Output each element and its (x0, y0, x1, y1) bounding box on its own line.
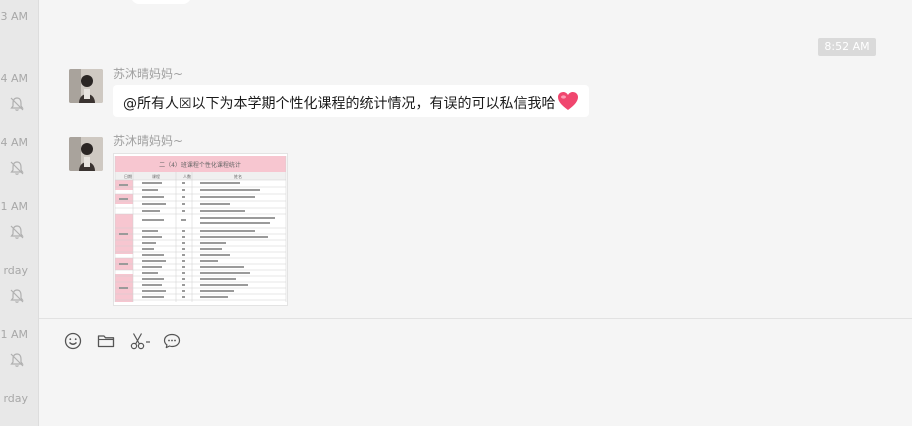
sender-name[interactable]: 苏沐晴妈妈~ (113, 65, 183, 82)
message-timestamp: 8:52 AM (818, 38, 876, 56)
chat-list-time: 4 AM (0, 136, 28, 149)
chat-list-time: rday (3, 392, 28, 405)
message-list[interactable]: 8:52 AM 苏沐晴妈妈~ @所有人☒以下为本学期个性化课程的统计情况，有误的… (39, 0, 912, 318)
mute-bell-icon (10, 353, 24, 367)
previous-message-bubble (131, 0, 191, 4)
course-statistics-table-image: 二（4）班课程个性化课程统计 日期 课程 人数 姓名 (114, 154, 287, 305)
emoji-icon[interactable] (63, 331, 83, 351)
avatar-photo-icon (69, 69, 103, 103)
message-input-area[interactable] (39, 319, 912, 426)
chat-list-time: 3 AM (0, 10, 28, 23)
heart-emoji-icon (557, 92, 578, 110)
folder-icon[interactable] (96, 331, 116, 351)
chat-list-time: 4 AM (0, 72, 28, 85)
chat-list-strip[interactable]: 3 AM 4 AM 4 AM 1 AM rday 1 AM rday (0, 0, 39, 426)
avatar-photo-icon (69, 137, 103, 171)
mute-bell-icon (10, 161, 24, 175)
mute-bell-icon (10, 225, 24, 239)
message-text: @所有人☒以下为本学期个性化课程的统计情况，有误的可以私信我哈 (123, 96, 556, 112)
chat-list-time: 1 AM (0, 328, 28, 341)
chat-list-time: rday (3, 264, 28, 277)
image-message[interactable]: 二（4）班课程个性化课程统计 日期 课程 人数 姓名 (113, 153, 288, 306)
avatar[interactable] (69, 69, 103, 103)
table-column-header: 人数 (183, 173, 191, 179)
table-title: 二（4）班课程个性化课程统计 (159, 161, 241, 169)
sender-name[interactable]: 苏沐晴妈妈~ (113, 132, 183, 149)
table-column-header: 课程 (152, 173, 160, 179)
chat-list-time: 1 AM (0, 200, 28, 213)
scissors-icon[interactable] (129, 331, 153, 351)
table-column-header: 姓名 (234, 173, 242, 179)
chat-bubble-icon[interactable] (162, 331, 182, 351)
avatar[interactable] (69, 137, 103, 171)
message-bubble[interactable]: @所有人☒以下为本学期个性化课程的统计情况，有误的可以私信我哈 (113, 85, 589, 117)
table-column-header: 日期 (124, 173, 132, 179)
mute-bell-icon (10, 289, 24, 303)
mute-bell-icon (10, 97, 24, 111)
